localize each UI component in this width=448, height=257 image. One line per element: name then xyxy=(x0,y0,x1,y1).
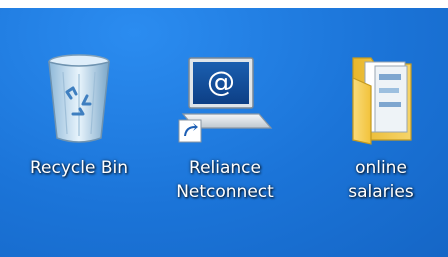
label-line: salaries xyxy=(348,182,414,202)
svg-text:@: @ xyxy=(207,65,235,98)
label-line: online xyxy=(355,158,407,178)
network-shortcut-icon: @ xyxy=(178,57,273,143)
folder-icon xyxy=(352,57,412,145)
top-edge xyxy=(0,0,448,8)
label-line: Netconnect xyxy=(176,182,274,202)
recycle-bin-icon xyxy=(48,54,110,143)
desktop-icon-online-salaries[interactable]: online salaries xyxy=(316,48,446,204)
desktop-icon-reliance-netconnect[interactable]: @ Reliance Netconnect xyxy=(160,48,290,204)
icon-label-reliance-netconnect: Reliance Netconnect xyxy=(160,156,290,204)
label-line: Recycle Bin xyxy=(29,158,128,178)
label-line: Reliance xyxy=(189,158,261,178)
icon-label-online-salaries: online salaries xyxy=(316,156,446,204)
desktop[interactable]: Recycle Bin @ Reliance Netconnect online… xyxy=(0,8,448,257)
desktop-icon-recycle-bin[interactable]: Recycle Bin xyxy=(14,48,144,180)
icon-label-recycle-bin: Recycle Bin xyxy=(14,156,144,180)
